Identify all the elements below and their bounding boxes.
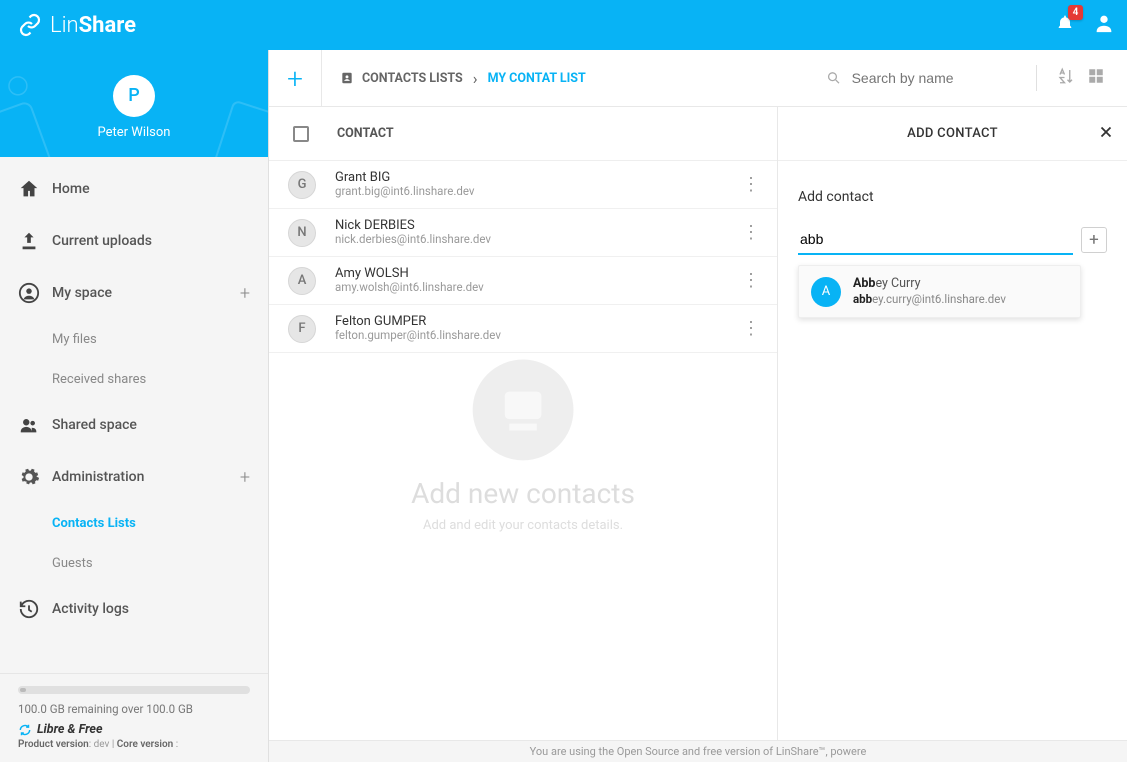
user-menu-button[interactable]	[1093, 12, 1115, 38]
main-pane: + CONTACTS LISTS › MY CONTAT LIST	[269, 50, 1127, 762]
row-menu-button[interactable]: ⋮	[734, 170, 767, 199]
row-menu-button[interactable]: ⋮	[734, 314, 767, 343]
add-contact-panel: ADD CONTACT Add contact +	[777, 107, 1127, 762]
profile-decor-icon	[0, 50, 268, 157]
panel-title: ADD CONTACT	[907, 126, 998, 141]
libre-link[interactable]: Libre & Free	[18, 722, 250, 737]
history-icon	[18, 598, 40, 620]
nav-shared[interactable]: Shared space	[0, 399, 268, 451]
search-wrapper	[822, 69, 1022, 87]
app-header: LinShare 4	[0, 0, 1127, 50]
notification-badge: 4	[1068, 5, 1083, 20]
breadcrumb-root[interactable]: CONTACTS LISTS	[362, 71, 463, 86]
home-icon	[18, 178, 40, 200]
panel-subtitle: Add contact	[798, 189, 1107, 205]
gear-icon	[18, 466, 40, 488]
brand-prefix: Lin	[50, 13, 79, 38]
nav-uploads[interactable]: Current uploads	[0, 215, 268, 267]
toolbar: + CONTACTS LISTS › MY CONTAT LIST	[269, 50, 1127, 107]
select-all-checkbox[interactable]	[293, 126, 309, 142]
breadcrumb-current: MY CONTAT LIST	[488, 71, 586, 86]
link-icon	[18, 13, 42, 37]
contact-row[interactable]: N Nick DERBIES nick.derbies@int6.linshar…	[269, 209, 777, 257]
contact-email: felton.gumper@int6.linshare.dev	[335, 329, 501, 343]
contact-email: nick.derbies@int6.linshare.dev	[335, 233, 491, 247]
avatar: A	[288, 267, 316, 295]
nav-contacts-lists[interactable]: Contacts Lists	[0, 503, 268, 543]
autocomplete-item[interactable]: A Abbey Curry abbey.curry@int6.linshare.…	[799, 266, 1080, 317]
close-button[interactable]	[1097, 123, 1115, 145]
close-icon	[1097, 123, 1115, 141]
avatar: N	[288, 219, 316, 247]
upload-icon	[18, 230, 40, 252]
group-icon	[18, 414, 40, 436]
brand-suffix: Share	[79, 13, 136, 38]
storage-bar	[18, 686, 250, 694]
add-button[interactable]: +	[269, 50, 322, 106]
contact-name: Felton GUMPER	[335, 314, 501, 330]
avatar: A	[811, 277, 841, 307]
contact-row[interactable]: F Felton GUMPER felton.gumper@int6.linsh…	[269, 305, 777, 353]
storage-panel: 100.0 GB remaining over 100.0 GB Libre &…	[0, 673, 268, 762]
suggestion-email: abbey.curry@int6.linshare.dev	[853, 292, 1006, 307]
search-input[interactable]	[852, 70, 1018, 86]
add-contact-input[interactable]	[798, 225, 1073, 255]
avatar: F	[288, 315, 316, 343]
nav-myspace[interactable]: My space +	[0, 267, 268, 319]
autocomplete-dropdown: A Abbey Curry abbey.curry@int6.linshare.…	[798, 265, 1081, 318]
nav-myfiles[interactable]: My files	[0, 319, 268, 359]
nav-guests[interactable]: Guests	[0, 543, 268, 583]
contact-name: Amy WOLSH	[335, 266, 484, 282]
plus-icon[interactable]: +	[240, 283, 250, 304]
contact-name: Nick DERBIES	[335, 218, 491, 234]
sidebar: P Peter Wilson Home Current uploads My s…	[0, 50, 269, 762]
avatar: G	[288, 171, 316, 199]
panel-header: ADD CONTACT	[778, 107, 1127, 161]
chevron-right-icon: ›	[473, 69, 478, 88]
footer-text: You are using the Open Source and free v…	[269, 740, 1127, 762]
nav-received[interactable]: Received shares	[0, 359, 268, 399]
contacts-icon	[340, 71, 354, 85]
refresh-icon	[18, 723, 32, 737]
breadcrumb: CONTACTS LISTS › MY CONTAT LIST	[322, 69, 586, 88]
sort-button[interactable]	[1051, 61, 1081, 95]
row-menu-button[interactable]: ⋮	[734, 218, 767, 247]
user-icon	[1093, 12, 1115, 34]
notification-button[interactable]: 4	[1055, 13, 1075, 37]
grid-icon	[1087, 67, 1105, 85]
profile-card[interactable]: P Peter Wilson	[0, 50, 268, 157]
row-menu-button[interactable]: ⋮	[734, 266, 767, 295]
contact-name: Grant BIG	[335, 170, 474, 186]
contact-email: amy.wolsh@int6.linshare.dev	[335, 281, 484, 295]
column-header-contact: CONTACT	[337, 126, 394, 141]
version-text: Product version: dev | Core version :	[18, 739, 250, 750]
separator	[1036, 65, 1037, 91]
contact-email: grant.big@int6.linshare.dev	[335, 185, 474, 199]
add-entry-button[interactable]: +	[1081, 227, 1107, 253]
nav-home[interactable]: Home	[0, 163, 268, 215]
contact-placeholder-icon	[468, 354, 578, 464]
view-toggle-button[interactable]	[1081, 61, 1111, 95]
nav-list: Home Current uploads My space + My files…	[0, 157, 268, 673]
logo[interactable]: LinShare	[18, 13, 136, 38]
person-circle-icon	[18, 282, 40, 304]
contact-row[interactable]: A Amy WOLSH amy.wolsh@int6.linshare.dev …	[269, 257, 777, 305]
nav-activity[interactable]: Activity logs	[0, 583, 268, 635]
contact-list: Add new contacts Add and edit your conta…	[269, 107, 777, 762]
plus-icon[interactable]: +	[240, 467, 250, 488]
sort-az-icon	[1057, 67, 1075, 85]
storage-text: 100.0 GB remaining over 100.0 GB	[18, 702, 250, 716]
contact-row[interactable]: G Grant BIG grant.big@int6.linshare.dev …	[269, 161, 777, 209]
empty-state: Add new contacts Add and edit your conta…	[411, 354, 635, 532]
nav-admin[interactable]: Administration +	[0, 451, 268, 503]
list-header: CONTACT	[269, 107, 777, 161]
search-icon	[826, 69, 842, 87]
suggestion-name: Abbey Curry	[853, 276, 1006, 292]
